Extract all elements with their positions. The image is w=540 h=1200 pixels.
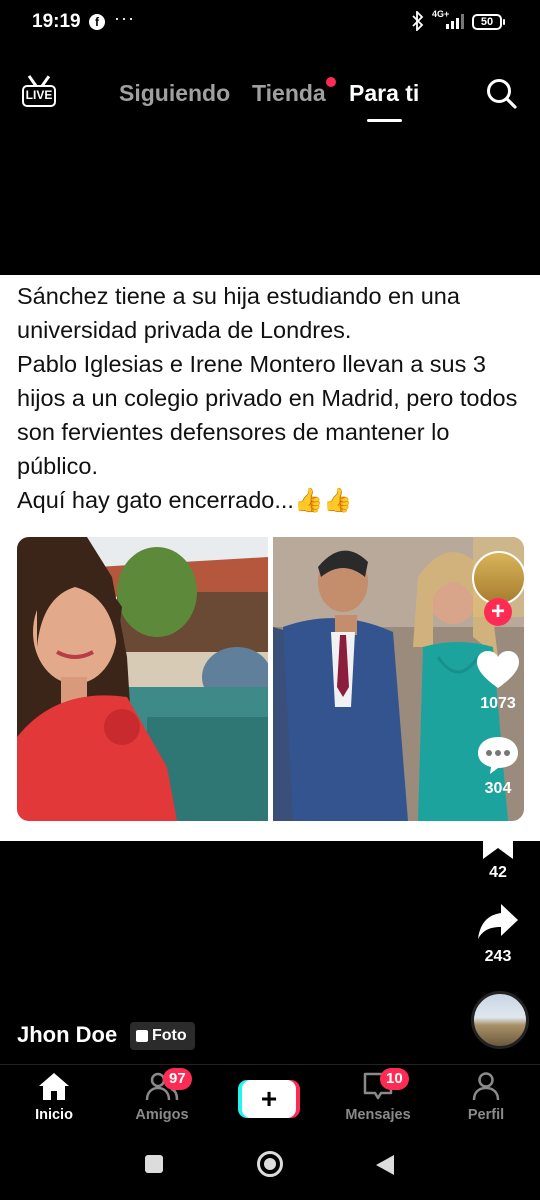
photo-mode-badge: Foto (130, 1022, 195, 1050)
nav-home[interactable]: Inicio (9, 1071, 99, 1123)
nav-friends[interactable]: Amigos (117, 1071, 207, 1123)
create-plus-icon: + (242, 1080, 296, 1118)
bookmark-icon[interactable] (476, 821, 520, 861)
home-system-button[interactable] (256, 1150, 284, 1178)
photo-mode-label: Foto (152, 1027, 187, 1044)
music-disc-icon[interactable] (471, 991, 529, 1049)
nav-profile[interactable]: Perfil (441, 1071, 531, 1123)
author-name[interactable]: Jhon Doe (17, 1022, 117, 1048)
home-icon (39, 1073, 69, 1100)
photo-icon (136, 1030, 148, 1042)
live-button[interactable]: LIVE (22, 75, 58, 109)
inbox-badge: 10 (380, 1068, 409, 1090)
shop-notification-dot (326, 77, 336, 87)
like-icon[interactable] (476, 650, 520, 690)
search-icon[interactable] (485, 77, 517, 109)
tab-shop[interactable]: Tienda (252, 80, 326, 107)
tab-following[interactable]: Siguiendo (119, 80, 230, 107)
nav-inbox-label: Mensajes (345, 1107, 411, 1123)
battery-icon: 50 (472, 14, 505, 30)
facebook-icon: f (89, 14, 105, 30)
comment-count: 304 (484, 780, 512, 797)
live-label: LIVE (22, 85, 56, 107)
photo-left (17, 537, 268, 821)
nav-friends-label: Amigos (135, 1107, 189, 1123)
signal-strength-icon (446, 13, 466, 29)
share-count: 243 (484, 948, 512, 965)
bookmark-count: 42 (489, 864, 507, 881)
post-text: Sánchez tiene a su hija estudiando en un… (17, 283, 518, 513)
recent-apps-button[interactable] (145, 1155, 163, 1173)
more-notifications-icon: ··· (114, 8, 135, 28)
creator-avatar[interactable] (472, 551, 526, 605)
status-time: 19:19 (32, 11, 81, 32)
nav-profile-label: Perfil (467, 1107, 505, 1123)
nav-home-label: Inicio (35, 1107, 73, 1123)
back-button[interactable] (374, 1153, 396, 1177)
friends-badge: 97 (163, 1068, 192, 1090)
profile-icon (472, 1072, 500, 1101)
create-button[interactable]: + (238, 1080, 300, 1118)
share-icon[interactable] (476, 902, 520, 942)
like-count: 1073 (480, 695, 516, 712)
tab-for-you[interactable]: Para ti (349, 80, 419, 107)
bluetooth-icon (412, 9, 424, 36)
active-tab-indicator (367, 119, 402, 122)
comment-icon[interactable] (476, 735, 520, 775)
follow-button[interactable]: + (484, 598, 512, 626)
nav-inbox[interactable]: Mensajes (333, 1071, 423, 1123)
